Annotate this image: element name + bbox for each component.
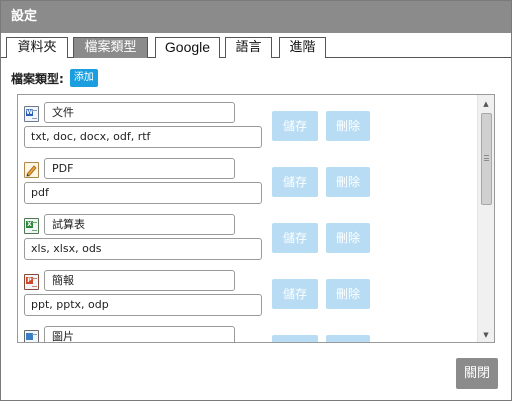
- tab-bar: 資料夾 檔案類型 Google 語言 進階: [1, 37, 511, 58]
- grip-icon: [484, 155, 489, 161]
- file-types-label: 檔案類型:: [11, 71, 64, 86]
- list-item: X 試算表 xls, xlsx, ods 儲存 刪除: [18, 214, 478, 270]
- settings-dialog: 設定 資料夾 檔案類型 Google 語言 進階 檔案類型: 添加 W 文件 t…: [0, 0, 512, 401]
- tab-folders[interactable]: 資料夾: [6, 37, 68, 58]
- file-type-extensions-input[interactable]: pdf: [24, 182, 262, 204]
- scrollbar-thumb[interactable]: [481, 113, 492, 205]
- dialog-title: 設定: [1, 1, 511, 33]
- delete-button[interactable]: 刪除: [326, 111, 370, 141]
- file-type-extensions-input[interactable]: ppt, pptx, odp: [24, 294, 262, 316]
- tab-file-types[interactable]: 檔案類型: [73, 37, 148, 58]
- word-document-icon: W: [24, 106, 39, 122]
- file-type-name-input[interactable]: 簡報: [44, 270, 235, 291]
- save-button[interactable]: [272, 335, 318, 342]
- delete-button[interactable]: 刪除: [326, 167, 370, 197]
- list-item: P 簡報 ppt, pptx, odp 儲存 刪除: [18, 270, 478, 326]
- file-type-name-input[interactable]: 試算表: [44, 214, 235, 235]
- save-button[interactable]: 儲存: [272, 223, 318, 253]
- scroll-up-arrow-icon[interactable]: ▲: [478, 97, 494, 111]
- save-button[interactable]: 儲存: [272, 279, 318, 309]
- add-file-type-button[interactable]: 添加: [69, 69, 98, 87]
- file-types-header: 檔案類型: 添加: [11, 68, 98, 88]
- delete-button[interactable]: 刪除: [326, 223, 370, 253]
- excel-spreadsheet-icon: X: [24, 218, 39, 234]
- list-item: 圖片: [18, 326, 478, 342]
- file-type-extensions-input[interactable]: txt, doc, docx, odf, rtf: [24, 126, 262, 148]
- list-item: PDF pdf 儲存 刪除: [18, 158, 478, 214]
- tab-language[interactable]: 語言: [225, 37, 272, 58]
- file-type-name-input[interactable]: 圖片: [44, 326, 235, 342]
- tab-advanced[interactable]: 進階: [279, 37, 326, 58]
- pdf-document-icon: [24, 162, 39, 178]
- list-item: W 文件 txt, doc, docx, odf, rtf 儲存 刪除: [18, 102, 478, 158]
- delete-button[interactable]: [326, 335, 370, 342]
- file-types-list-content: W 文件 txt, doc, docx, odf, rtf 儲存 刪除 PDF …: [18, 95, 478, 342]
- file-types-list[interactable]: W 文件 txt, doc, docx, odf, rtf 儲存 刪除 PDF …: [17, 94, 495, 343]
- powerpoint-presentation-icon: P: [24, 274, 39, 290]
- vertical-scrollbar[interactable]: ▲ ▼: [477, 95, 494, 342]
- close-button[interactable]: 關閉: [456, 358, 498, 389]
- file-type-name-input[interactable]: PDF: [44, 158, 235, 179]
- save-button[interactable]: 儲存: [272, 167, 318, 197]
- image-file-icon: [24, 330, 39, 342]
- delete-button[interactable]: 刪除: [326, 279, 370, 309]
- save-button[interactable]: 儲存: [272, 111, 318, 141]
- file-type-name-input[interactable]: 文件: [44, 102, 235, 123]
- file-type-extensions-input[interactable]: xls, xlsx, ods: [24, 238, 262, 260]
- scroll-down-arrow-icon[interactable]: ▼: [478, 328, 494, 342]
- tab-google[interactable]: Google: [155, 37, 220, 58]
